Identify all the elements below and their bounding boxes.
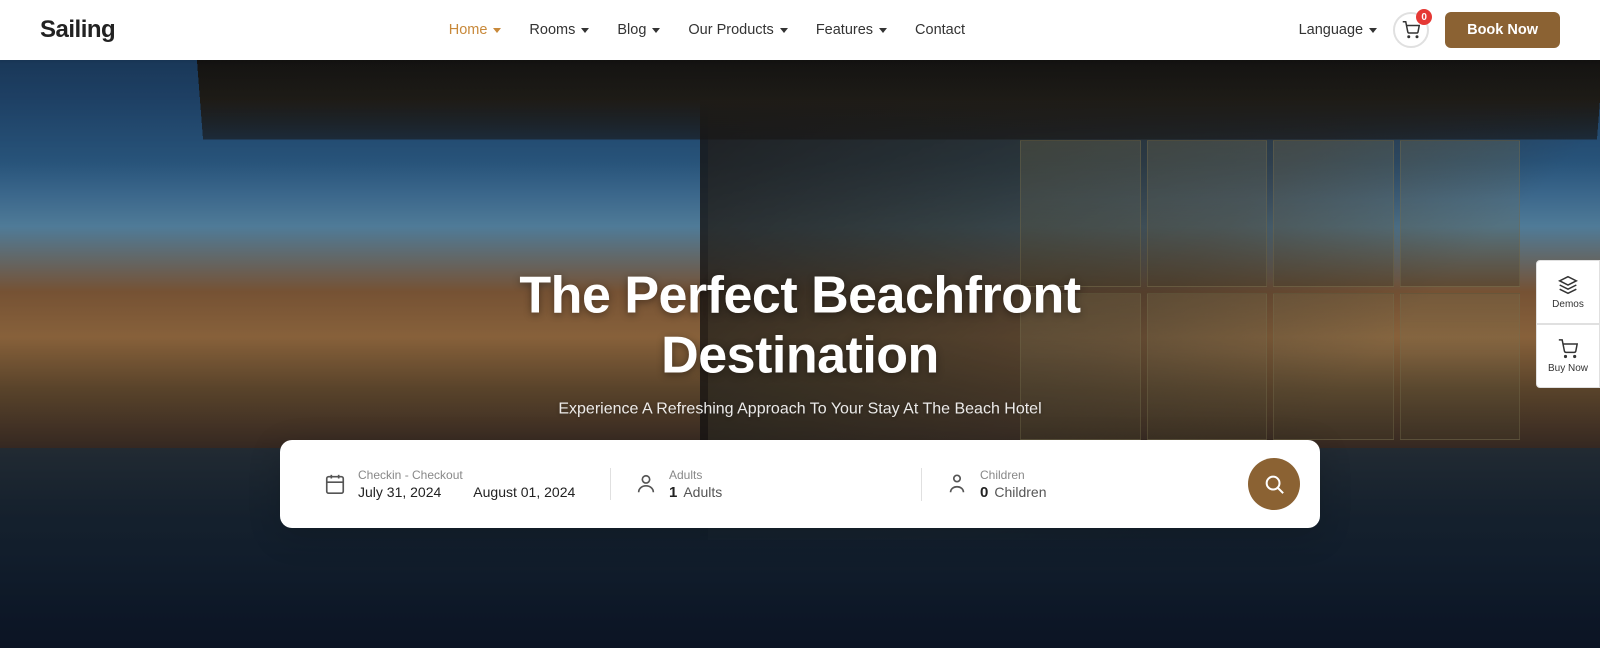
hero-content: The Perfect Beachfront Destination Exper… <box>400 266 1200 418</box>
nav-item-blog[interactable]: Blog <box>617 22 660 38</box>
children-count: 0 <box>980 484 988 501</box>
book-now-button[interactable]: Book Now <box>1445 12 1560 48</box>
date-section[interactable]: Checkin - Checkout July 31, 2024 August … <box>300 468 611 500</box>
date-label: Checkin - Checkout <box>358 468 575 482</box>
layers-icon <box>1558 275 1578 295</box>
calendar-icon <box>324 473 346 495</box>
cart-button[interactable]: 0 <box>1393 12 1429 48</box>
nav-right: Language 0 Book Now <box>1299 12 1560 48</box>
adults-text: Adults <box>683 484 722 500</box>
nav-item-features[interactable]: Features <box>816 22 887 38</box>
person-icon <box>635 473 657 495</box>
checkout-date: August 01, 2024 <box>473 484 575 500</box>
nav-item-home[interactable]: Home <box>449 22 502 38</box>
children-text: Children <box>994 484 1046 500</box>
cart-icon <box>1558 339 1578 359</box>
adults-section[interactable]: Adults 1 Adults <box>611 468 922 501</box>
child-icon <box>946 473 968 495</box>
chevron-down-icon <box>652 28 660 33</box>
chevron-down-icon <box>581 28 589 33</box>
brand-logo: Sailing <box>40 16 115 44</box>
nav-links: Home Rooms Blog Our Products Features Co… <box>449 22 965 38</box>
chevron-down-icon <box>493 28 501 33</box>
cart-badge: 0 <box>1416 9 1432 25</box>
hero-section: The Perfect Beachfront Destination Exper… <box>0 0 1600 648</box>
nav-item-rooms[interactable]: Rooms <box>529 22 589 38</box>
navbar: Sailing Home Rooms Blog Our Products Fea… <box>0 0 1600 60</box>
checkin-date: July 31, 2024 <box>358 484 441 500</box>
children-section[interactable]: Children 0 Children <box>922 468 1232 501</box>
chevron-down-icon <box>1369 28 1377 33</box>
adults-label: Adults <box>669 468 722 482</box>
chevron-down-icon <box>780 28 788 33</box>
language-selector[interactable]: Language <box>1299 22 1378 38</box>
demos-widget[interactable]: Demos <box>1536 260 1600 324</box>
buy-now-widget[interactable]: Buy Now <box>1536 324 1600 388</box>
chevron-down-icon <box>879 28 887 33</box>
search-button[interactable] <box>1248 458 1300 510</box>
adults-count: 1 <box>669 484 677 501</box>
search-bar: Checkin - Checkout July 31, 2024 August … <box>280 440 1320 528</box>
children-label: Children <box>980 468 1046 482</box>
search-icon <box>1263 473 1285 495</box>
side-widgets: Demos Buy Now <box>1536 260 1600 388</box>
hero-title: The Perfect Beachfront Destination <box>400 266 1200 386</box>
hero-subtitle: Experience A Refreshing Approach To Your… <box>400 400 1200 418</box>
nav-item-contact[interactable]: Contact <box>915 22 965 38</box>
nav-item-products[interactable]: Our Products <box>688 22 787 38</box>
cart-icon <box>1402 21 1420 39</box>
